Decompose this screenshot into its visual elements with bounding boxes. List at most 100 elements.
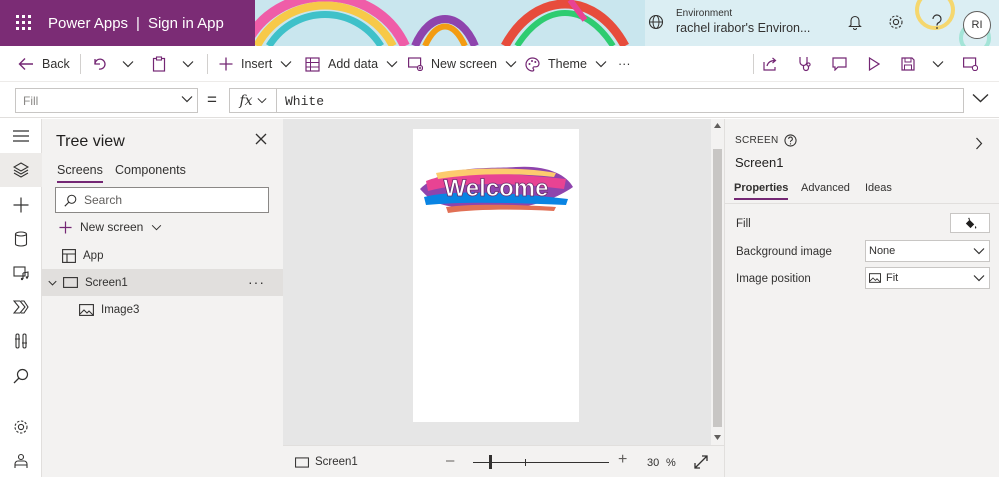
environment-name[interactable]: rachel irabor's Environ... — [676, 21, 810, 35]
insert-button[interactable]: Insert — [219, 46, 292, 82]
chevron-down-icon — [182, 61, 194, 68]
chevron-down-icon — [595, 61, 607, 68]
help-icon[interactable] — [931, 14, 943, 30]
background-image-dropdown[interactable]: None — [865, 240, 990, 262]
chevron-down-icon — [280, 61, 292, 68]
zoom-in-button[interactable]: + — [618, 451, 627, 469]
zoom-slider[interactable] — [473, 462, 609, 463]
database-add-icon — [305, 56, 320, 72]
comments-button[interactable] — [832, 46, 855, 82]
user-avatar[interactable]: RI — [963, 11, 991, 39]
zoom-unit: % — [666, 457, 676, 469]
close-icon[interactable] — [255, 133, 267, 145]
plus-icon — [13, 197, 29, 213]
help-circle-icon[interactable] — [784, 134, 798, 147]
zoom-out-button[interactable]: – — [446, 452, 454, 469]
formula-input[interactable]: White — [277, 88, 964, 113]
function-button[interactable]: fx — [229, 88, 277, 113]
publish-button[interactable] — [963, 46, 986, 82]
expand-formula-icon[interactable] — [972, 93, 989, 103]
footer-screen-selector[interactable]: Screen1 — [295, 456, 358, 468]
app-launcher-icon[interactable] — [16, 15, 32, 31]
add-data-button[interactable]: Add data — [305, 46, 398, 82]
tab-components[interactable]: Components — [115, 163, 186, 181]
plus-icon — [219, 57, 233, 71]
scroll-down-icon[interactable] — [714, 435, 721, 440]
tree-item-screen1[interactable]: Screen1 ··· — [42, 269, 283, 296]
theme-button[interactable]: Theme — [525, 46, 607, 82]
tree-item-app[interactable]: App — [42, 242, 283, 269]
app-checker-button[interactable] — [798, 46, 821, 82]
chevron-down-icon[interactable] — [48, 280, 57, 286]
property-dropdown-value: Fill — [23, 94, 39, 108]
image-position-dropdown[interactable]: Fit — [865, 267, 990, 289]
app-icon — [62, 248, 76, 263]
search-placeholder: Search — [84, 193, 123, 207]
control-name[interactable]: Screen1 — [735, 155, 783, 170]
settings-rail-button[interactable] — [0, 410, 42, 444]
tree-item-label: Screen1 — [85, 276, 128, 289]
tree-item-image3[interactable]: Image3 — [42, 296, 283, 323]
paste-dropdown-button[interactable] — [182, 46, 202, 82]
add-data-label: Add data — [328, 57, 379, 71]
share-button[interactable] — [763, 46, 786, 82]
notifications-icon[interactable] — [848, 14, 862, 30]
left-rail — [0, 119, 42, 477]
back-button[interactable]: Back — [18, 46, 70, 82]
virtual-agent-rail-button[interactable] — [0, 444, 42, 478]
chevron-right-icon[interactable] — [975, 137, 983, 150]
power-automate-rail-button[interactable] — [0, 290, 42, 324]
footer-screen-label: Screen1 — [315, 456, 358, 468]
zoom-slider-handle[interactable] — [489, 455, 492, 469]
save-dropdown-button[interactable] — [932, 46, 952, 82]
divider — [753, 54, 754, 74]
database-icon — [14, 231, 28, 247]
more-commands-button[interactable]: ··· — [618, 46, 631, 82]
undo-button[interactable] — [92, 46, 114, 82]
save-button[interactable] — [901, 46, 923, 82]
tree-view-rail-button[interactable] — [0, 153, 42, 187]
tab-properties[interactable]: Properties — [734, 182, 789, 200]
screen-preview[interactable]: Welcome — [413, 129, 579, 422]
chevron-down-icon — [386, 61, 398, 68]
search-rail-button[interactable] — [0, 359, 42, 393]
zoom-value[interactable]: 30 — [647, 457, 659, 469]
product-name[interactable]: Power Apps — [48, 15, 128, 32]
undo-dropdown-button[interactable] — [122, 46, 142, 82]
chevron-down-icon — [122, 61, 134, 68]
tab-advanced[interactable]: Advanced — [801, 182, 850, 198]
environment-icon — [648, 14, 664, 30]
new-screen-button[interactable]: New screen — [408, 46, 517, 82]
paint-bucket-icon — [965, 217, 976, 229]
data-rail-button[interactable] — [0, 222, 42, 256]
tree-new-screen-button[interactable]: New screen — [59, 220, 162, 234]
tab-screens[interactable]: Screens — [57, 163, 103, 183]
tab-ideas[interactable]: Ideas — [865, 182, 892, 198]
property-dropdown[interactable]: Fill — [15, 88, 198, 113]
tools-icon — [15, 333, 27, 349]
insert-rail-button[interactable] — [0, 188, 42, 222]
fill-color-picker[interactable] — [950, 213, 990, 233]
design-canvas[interactable]: Welcome — [283, 119, 711, 445]
scroll-up-icon[interactable] — [714, 123, 721, 128]
background-image-value: None — [869, 245, 896, 257]
media-icon — [13, 266, 29, 281]
fit-to-window-icon[interactable] — [694, 455, 708, 469]
settings-icon[interactable] — [888, 14, 904, 30]
scrollbar-thumb[interactable] — [713, 149, 722, 427]
advanced-tools-rail-button[interactable] — [0, 324, 42, 358]
image-position-value: Fit — [886, 272, 899, 284]
chevron-down-icon — [973, 248, 985, 255]
media-rail-button[interactable] — [0, 256, 42, 290]
tree-item-more-button[interactable]: ··· — [248, 274, 265, 290]
app-name[interactable]: Sign in App — [148, 15, 224, 32]
chevron-down-icon — [932, 61, 944, 68]
welcome-image[interactable]: Welcome — [416, 159, 576, 219]
paste-button[interactable] — [152, 46, 174, 82]
zoom-slider-tick — [525, 459, 526, 466]
preview-button[interactable] — [868, 46, 888, 82]
tree-search-input[interactable]: Search — [55, 187, 269, 213]
canvas-scrollbar[interactable] — [711, 119, 724, 445]
app-header: Power Apps | Sign in App Environment rache… — [0, 0, 999, 46]
hamburger-menu-button[interactable] — [0, 119, 42, 153]
